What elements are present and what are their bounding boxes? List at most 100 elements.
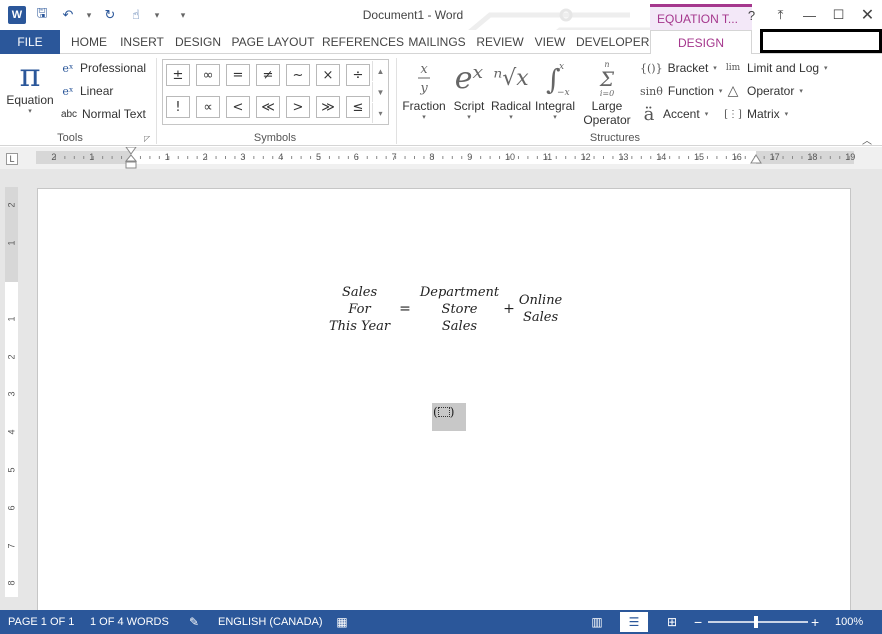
operator-icon: △ bbox=[727, 83, 739, 99]
symbol-tilde[interactable]: ~ bbox=[286, 64, 310, 86]
symbol-plus-minus[interactable]: ± bbox=[166, 64, 190, 86]
tab-view[interactable]: VIEW bbox=[531, 30, 569, 54]
window-controls: ? ⤒ — ☐ ✕ bbox=[737, 4, 882, 26]
limit-and-log-label: Limit and Log bbox=[747, 61, 820, 75]
minimize-icon[interactable]: — bbox=[795, 4, 824, 26]
indent-marker-icon[interactable] bbox=[124, 147, 138, 169]
function-button[interactable]: sinθ Function ▾ bbox=[640, 80, 722, 102]
operator-button[interactable]: △ Operator ▾ bbox=[724, 80, 803, 102]
tab-developer[interactable]: DEVELOPER bbox=[576, 30, 649, 54]
page-count[interactable]: PAGE 1 OF 1 bbox=[8, 610, 74, 634]
equation-button[interactable]: π Equation ▾ bbox=[4, 57, 56, 127]
gallery-scroll-down-icon[interactable]: ▼ bbox=[372, 82, 388, 102]
tab-selector-icon[interactable]: L bbox=[6, 153, 18, 165]
placeholder-paren: ) bbox=[449, 405, 455, 419]
chevron-down-icon: ▾ bbox=[553, 114, 557, 121]
equation[interactable]: Sales For This Year = Department Store S… bbox=[329, 282, 562, 336]
language-indicator[interactable]: ENGLISH (CANADA) bbox=[218, 610, 323, 634]
symbol-divide[interactable]: ÷ bbox=[346, 64, 370, 86]
tab-equation-design[interactable]: DESIGN bbox=[650, 30, 752, 55]
tab-file[interactable]: FILE bbox=[0, 30, 60, 54]
fraction-button[interactable]: xy Fraction ▾ bbox=[400, 57, 448, 123]
large-operator-button[interactable]: n Σi=0 Large Operator bbox=[578, 57, 636, 127]
tab-review[interactable]: REVIEW bbox=[476, 30, 524, 54]
radical-icon: ⁿ√x bbox=[493, 65, 529, 91]
gallery-more-icon[interactable]: ▾ bbox=[372, 103, 388, 123]
symbol-less-than[interactable]: < bbox=[226, 96, 250, 118]
document-page[interactable]: Sales For This Year = Department Store S… bbox=[37, 188, 851, 610]
word-count[interactable]: 1 OF 4 WORDS bbox=[90, 610, 169, 634]
symbol-multiply[interactable]: × bbox=[316, 64, 340, 86]
proofing-icon[interactable]: ✎ bbox=[186, 614, 202, 630]
zoom-in-button[interactable]: + bbox=[811, 610, 819, 634]
read-mode-icon[interactable]: ▥ bbox=[589, 614, 605, 630]
tab-page-layout[interactable]: PAGE LAYOUT bbox=[230, 30, 316, 54]
equation-label: Equation bbox=[6, 93, 54, 107]
collapse-ribbon-icon[interactable]: ︿ bbox=[862, 132, 872, 147]
chevron-down-icon: ▾ bbox=[704, 111, 709, 118]
symbol-equals[interactable]: = bbox=[226, 64, 250, 86]
matrix-button[interactable]: [⋮] Matrix ▾ bbox=[724, 103, 788, 125]
symbol-infinity[interactable]: ∞ bbox=[196, 64, 220, 86]
linear-label: Linear bbox=[80, 84, 114, 98]
script-button[interactable]: eˣ Script ▾ bbox=[449, 57, 489, 123]
symbol-much-less-than[interactable]: ≪ bbox=[256, 96, 280, 118]
tab-insert[interactable]: INSERT bbox=[118, 30, 166, 54]
tab-design[interactable]: DESIGN bbox=[172, 30, 224, 54]
matrix-icon: [⋮] bbox=[724, 108, 742, 120]
ruler-number: 1 bbox=[6, 240, 17, 246]
equation-placeholder[interactable]: () bbox=[432, 403, 466, 431]
tab-mailings[interactable]: MAILINGS bbox=[405, 30, 469, 54]
right-indent-marker-icon[interactable] bbox=[750, 153, 762, 165]
function-icon: sinθ bbox=[640, 84, 663, 98]
dialog-launcher-icon[interactable]: ◸ bbox=[144, 134, 150, 143]
zoom-level[interactable]: 100% bbox=[835, 610, 863, 634]
title-bar: W 🖫 ↶ ▾ ↻ ☝ ▾ ▾ Document1 - Word EQUATIO… bbox=[0, 0, 882, 55]
radical-button[interactable]: ⁿ√x Radical ▾ bbox=[490, 57, 532, 123]
zoom-out-button[interactable]: − bbox=[694, 610, 702, 634]
symbol-proportional[interactable]: ∝ bbox=[196, 96, 220, 118]
symbol-not-equal[interactable]: ≠ bbox=[256, 64, 280, 86]
horizontal-ruler[interactable]: 2 1 1 2 3 4 5 6 7 8 9 10 11 12 13 14 15 16 17 18 19 bbox=[36, 147, 855, 169]
equation-text: Online bbox=[518, 293, 563, 308]
symbol-greater-than[interactable]: > bbox=[286, 96, 310, 118]
macro-recording-icon[interactable]: ▦ bbox=[334, 614, 350, 630]
bracket-button[interactable]: {()} Bracket ▾ bbox=[640, 57, 717, 79]
symbol-less-equal[interactable]: ≤ bbox=[346, 96, 370, 118]
normal-text-button[interactable]: abc Normal Text bbox=[60, 103, 146, 125]
equation-text: Sales bbox=[341, 284, 378, 300]
zoom-slider-thumb[interactable] bbox=[754, 616, 758, 628]
script-label: Script bbox=[453, 99, 485, 113]
linear-button[interactable]: eˣ Linear bbox=[60, 80, 113, 102]
zoom-slider[interactable] bbox=[708, 621, 808, 623]
web-layout-icon[interactable]: ⊞ bbox=[664, 614, 680, 630]
print-layout-icon[interactable]: ☰ bbox=[620, 612, 648, 632]
professional-label: Professional bbox=[80, 61, 147, 75]
tab-references[interactable]: REFERENCES bbox=[322, 30, 404, 54]
group-divider bbox=[156, 58, 157, 144]
ruler-number: 15 bbox=[694, 152, 705, 162]
integral-button[interactable]: ∫ x −x Integral ▾ bbox=[533, 57, 577, 123]
help-icon[interactable]: ? bbox=[737, 4, 766, 26]
ribbon-display-options-icon[interactable]: ⤒ bbox=[766, 4, 795, 26]
accent-button[interactable]: ä Accent ▾ bbox=[640, 103, 709, 125]
account-signin-box[interactable] bbox=[760, 29, 882, 53]
symbol-much-greater-than[interactable]: ≫ bbox=[316, 96, 340, 118]
tab-home[interactable]: HOME bbox=[66, 30, 112, 54]
svg-text:x: x bbox=[420, 62, 428, 77]
equation-text: Store bbox=[441, 301, 478, 317]
ruler-number: 2 bbox=[202, 152, 208, 162]
integral-icon: ∫ x −x bbox=[533, 57, 577, 99]
gallery-scroll-up-icon[interactable]: ▲ bbox=[372, 61, 388, 81]
ruler-number: 11 bbox=[542, 152, 553, 162]
close-icon[interactable]: ✕ bbox=[853, 4, 882, 26]
symbol-factorial[interactable]: ! bbox=[166, 96, 190, 118]
vertical-ruler[interactable]: 2 1 1 2 3 4 5 6 7 8 bbox=[5, 187, 18, 597]
placeholder-box bbox=[437, 407, 450, 417]
professional-button[interactable]: eˣ Professional bbox=[60, 57, 146, 79]
ruler-number: 16 bbox=[731, 152, 742, 162]
symbols-gallery: ± ∞ = ≠ ~ × ÷ ! ∝ < ≪ > ≫ ≤ ▲ ▼ ▾ bbox=[162, 59, 389, 125]
restore-icon[interactable]: ☐ bbox=[824, 4, 853, 26]
limit-and-log-button[interactable]: lim Limit and Log ▾ bbox=[724, 57, 828, 79]
ruler-number: 17 bbox=[769, 152, 780, 162]
